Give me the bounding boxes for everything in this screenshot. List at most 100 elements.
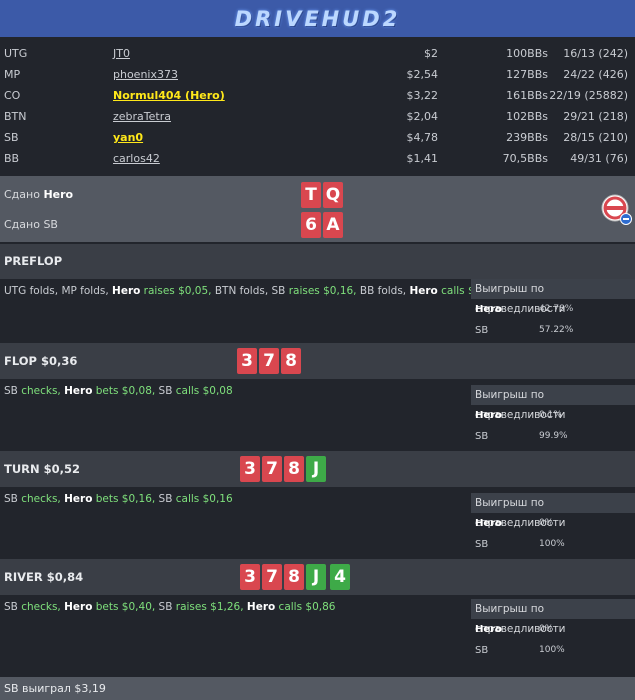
player-name-link[interactable]: phoenix373 [113,65,178,85]
equity-player: Hero [475,410,502,421]
equity-panel: Выигрыш по справедливости Hero 0% SB 100… [471,599,635,661]
board-card: 3 [240,564,260,590]
board-card: J [306,564,326,590]
street-title: PREFLOP [4,254,63,268]
player-stats: 28/15 (210) [563,131,628,144]
action-player: BTN [214,285,237,297]
preflop-header: PREFLOP [0,244,635,279]
player-stack-bb: 161BBs [506,89,548,102]
player-stack: $3,22 [406,89,439,102]
sb-card: 6 [301,212,321,238]
board-card: 8 [284,564,304,590]
equity-percent: 42.78% [539,304,574,314]
player-stack-bb: 102BBs [506,110,548,123]
river-actions: SB checks, Hero bets $0,40, SB raises $1… [4,601,335,613]
equity-row: Hero 0% [471,619,635,640]
action-verb: bets $0,40, [92,601,159,613]
equity-row: SB 99.9% [471,426,635,447]
equity-percent: 100% [539,645,565,655]
equity-header: Выигрыш по справедливости [471,279,635,315]
street-title: RIVER $0,84 [4,570,84,584]
board-card: 8 [281,348,301,374]
equity-percent: 57.22% [539,325,574,335]
equity-player: Hero [475,624,502,635]
equity-row: Hero 42.78% [471,299,635,320]
player-stats: 29/21 (218) [563,110,628,123]
board-card: 7 [262,456,282,482]
player-stack-bb: 100BBs [506,47,548,60]
equity-header: Выигрыш по справедливости [471,599,635,635]
player-name-link[interactable]: JT0 [113,44,130,64]
action-player-hero: Hero [409,285,438,297]
action-verb: bets $0,08, [92,385,159,397]
action-verb: raises $1,26, [172,601,247,613]
sb-card: A [323,212,343,238]
dealt-sb-line: Сдано SB [4,218,58,231]
flop-header: FLOP $0,36 3 7 8 [0,343,635,379]
player-name-link[interactable]: Normul404 (Hero) [113,86,225,106]
equity-percent: 100% [539,539,565,549]
action-player-hero: Hero [246,601,276,613]
player-row: CO Normul404 (Hero) $3,22 161BBs 22/19 (… [0,86,635,106]
action-player-hero: Hero [112,285,141,297]
hero-card: Q [323,182,343,208]
player-stats: 24/22 (426) [563,68,628,81]
street-title: TURN $0,52 [4,462,81,476]
equity-row: Hero 0% [471,513,635,534]
player-stack: $2 [424,47,438,60]
hero-card: T [301,182,321,208]
equity-panel: Выигрыш по справедливости Hero 0% SB 100… [471,493,635,555]
equity-percent: 0% [539,624,554,634]
player-stack-bb: 70,5BBs [502,152,548,165]
player-stats: 49/31 (76) [570,152,628,165]
equity-row: Hero 0.1% [471,405,635,426]
action-verb: calls $0,08 [172,385,233,397]
player-row: UTG JT0 $2 100BBs 16/13 (242) [0,44,635,64]
drivehud-logo: DRIVEHUD2 [234,6,401,31]
river-header: RIVER $0,84 3 7 8 J 4 [0,559,635,595]
dealt-player: Hero [43,188,74,201]
equity-player: SB [475,431,489,442]
action-player: SB [158,493,173,505]
action-player-hero: Hero [64,385,93,397]
equity-row: SB 100% [471,534,635,555]
board-card: 3 [237,348,257,374]
equity-row: SB 57.22% [471,320,635,341]
player-name-link[interactable]: yan0 [113,128,143,148]
action-verb: checks, [17,493,65,505]
action-verb: bets $0,16, [92,493,159,505]
player-stats: 22/19 (25882) [549,89,628,102]
board-card: 4 [330,564,350,590]
street-title: FLOP $0,36 [4,354,78,368]
equity-player: SB [475,539,489,550]
action-player: UTG [4,285,27,297]
action-player-hero: Hero [64,493,93,505]
player-name-link[interactable]: zebraTetra [113,107,171,127]
turn-actions: SB checks, Hero bets $0,16, SB calls $0,… [4,493,233,505]
player-stack: $2,04 [406,110,439,123]
equity-player: SB [475,325,489,336]
preflop-actions: UTG folds, MP folds, Hero raises $0,05, … [4,285,498,297]
board-card: 3 [240,456,260,482]
action-verb: calls $0,16 [172,493,233,505]
board-card: 7 [262,564,282,590]
player-row: BTN zebraTetra $2,04 102BBs 29/21 (218) [0,107,635,127]
action-verb: folds, [236,285,272,297]
action-player: SB [158,385,173,397]
equity-percent: 99.9% [539,431,568,441]
preflop-body: UTG folds, MP folds, Hero raises $0,05, … [0,279,635,342]
player-row: SB yan0 $4,78 239BBs 28/15 (210) [0,128,635,148]
player-table: UTG JT0 $2 100BBs 16/13 (242) MP phoenix… [0,37,635,176]
hand-replayer-icon[interactable] [601,194,633,226]
player-name-link[interactable]: carlos42 [113,149,160,169]
flop-actions: SB checks, Hero bets $0,08, SB calls $0,… [4,385,233,397]
board-card: 7 [259,348,279,374]
board-card: J [306,456,326,482]
dealt-player: SB [43,218,58,231]
flop-body: SB checks, Hero bets $0,08, SB calls $0,… [0,379,635,450]
player-stack: $4,78 [406,131,439,144]
turn-body: SB checks, Hero bets $0,16, SB calls $0,… [0,487,635,558]
dealt-hero-line: Сдано Hero [4,188,73,201]
action-verb: folds, [26,285,62,297]
player-position: CO [4,89,21,102]
